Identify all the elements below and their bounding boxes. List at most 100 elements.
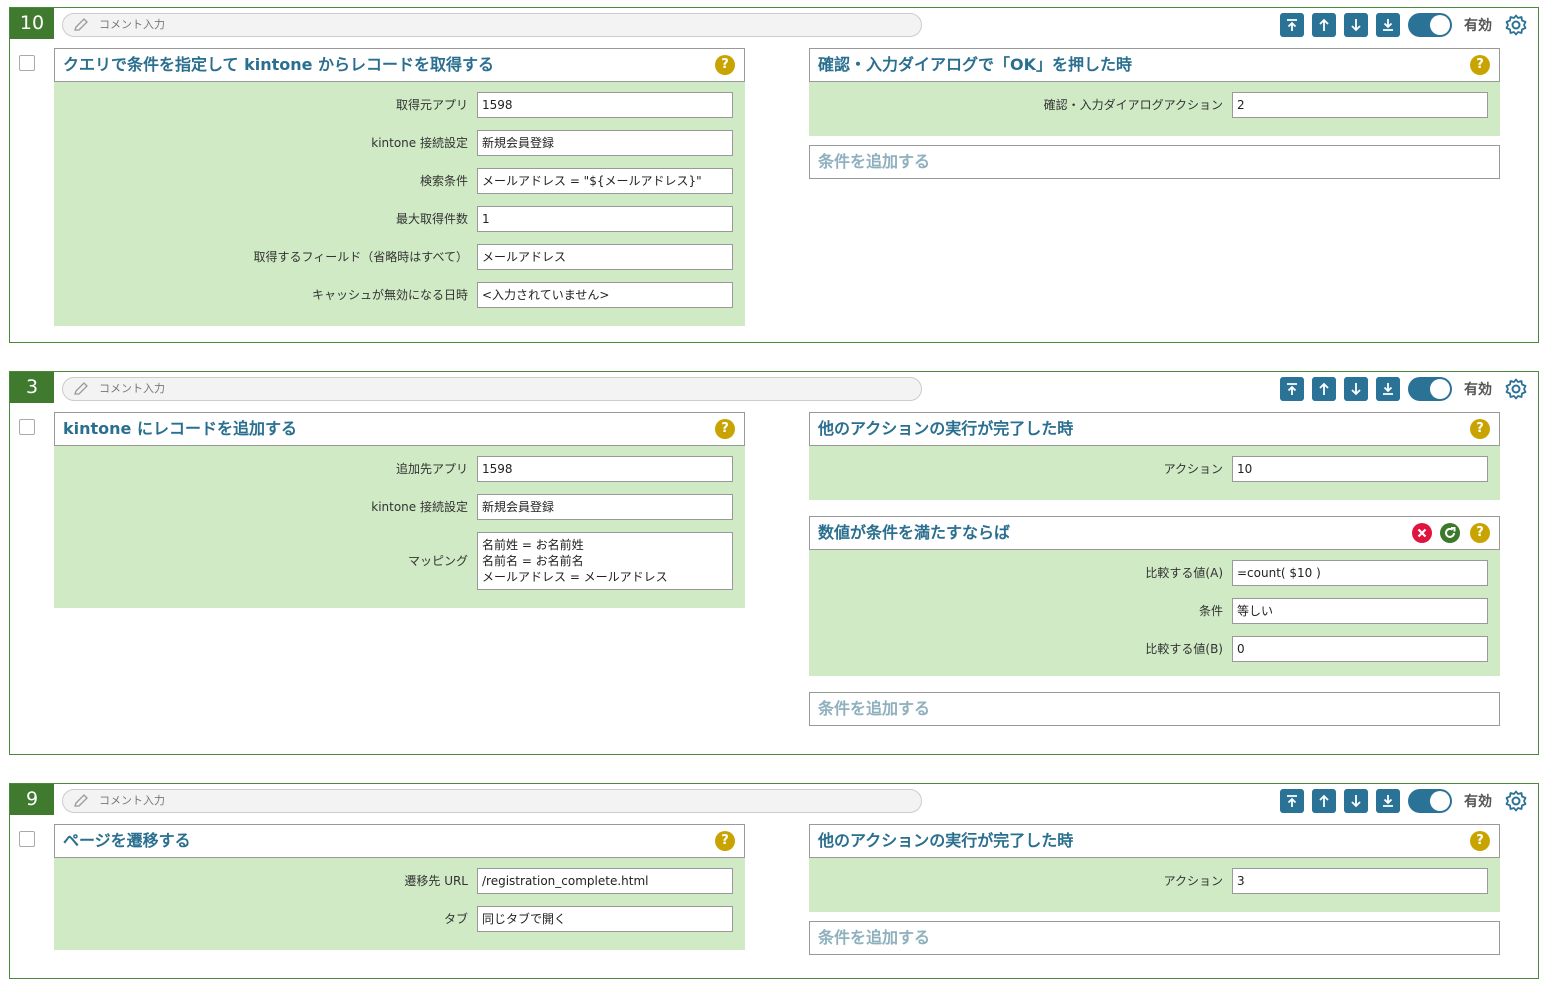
trigger-title: 他のアクションの実行が完了した時 [818,419,1074,438]
arrow-up-icon [1319,382,1329,395]
dialog-action-input[interactable]: 2 [1232,92,1488,118]
help-icon[interactable]: ? [1470,831,1490,851]
max-count-input[interactable]: 1 [477,206,733,232]
add-condition-label: 条件を追加する [818,152,931,171]
pencil-icon [74,18,88,31]
move-down-button[interactable] [1344,789,1368,813]
block-number: 3 [10,372,54,403]
field-label: 比較する値(B) [1145,642,1223,656]
valid-label: 有効 [1464,18,1492,34]
move-up-button[interactable] [1312,789,1336,813]
trigger-title-bar[interactable]: 確認・入力ダイアログで「OK」を押した時 ? [809,48,1500,82]
move-top-button[interactable] [1280,377,1304,401]
trigger-title-bar[interactable]: 他のアクションの実行が完了した時 ? [809,412,1500,446]
help-icon[interactable]: ? [1470,55,1490,75]
action-title: ページを遷移する [63,831,191,850]
move-bottom-icon [1383,795,1393,807]
field-label: タブ [443,912,468,926]
target-app-input[interactable]: 1598 [477,456,733,482]
help-icon[interactable]: ? [715,831,735,851]
move-top-button[interactable] [1280,789,1304,813]
field-label: 確認・入力ダイアログアクション [1043,98,1223,112]
move-top-icon [1287,19,1297,31]
refresh-condition-button[interactable] [1440,523,1460,543]
move-bottom-button[interactable] [1376,13,1400,37]
trigger-panel: 確認・入力ダイアログで「OK」を押した時 ? 確認・入力ダイアログアクション 2 … [809,48,1500,179]
gear-icon[interactable] [1504,789,1528,813]
trigger-settings: アクション 10 [809,446,1500,500]
comment-input[interactable]: コメント入力 [62,377,922,401]
field-label: キャッシュが無効になる日時 [311,288,468,302]
enable-toggle[interactable] [1408,13,1452,37]
trigger-panel: 他のアクションの実行が完了した時 ? アクション 3 条件を追加する [809,824,1500,955]
block-toolbar: 有効 [1272,788,1528,814]
action-block-3: 3 コメント入力 有効 kintone にレコードを追加する ? 追加先アプリ 1… [9,371,1539,755]
help-icon[interactable]: ? [715,55,735,75]
trigger-settings: 確認・入力ダイアログアクション 2 [809,82,1500,136]
field-label: 検索条件 [419,174,468,188]
valid-label: 有効 [1464,794,1492,810]
pencil-icon [74,794,88,807]
select-checkbox[interactable] [19,419,35,435]
move-top-icon [1287,383,1297,395]
cache-expiry-input[interactable]: <入力されていません> [477,282,733,308]
comment-input[interactable]: コメント入力 [62,13,922,37]
select-checkbox[interactable] [19,55,35,71]
field-label: 追加先アプリ [395,462,468,476]
move-up-button[interactable] [1312,377,1336,401]
delete-condition-button[interactable] [1412,523,1432,543]
trigger-action-input[interactable]: 3 [1232,868,1488,894]
query-input[interactable]: メールアドレス = "${メールアドレス}" [477,168,733,194]
select-checkbox[interactable] [19,831,35,847]
move-down-button[interactable] [1344,13,1368,37]
compare-a-input[interactable]: =count( $10 ) [1232,560,1488,586]
action-title: クエリで条件を指定して kintone からレコードを取得する [63,55,495,74]
field-label: 比較する値(A) [1145,566,1223,580]
trigger-action-input[interactable]: 10 [1232,456,1488,482]
mapping-textarea[interactable]: 名前姓 = お名前姓 名前名 = お名前名 メールアドレス = メールアドレス [477,532,733,590]
move-bottom-button[interactable] [1376,789,1400,813]
add-condition-button[interactable]: 条件を追加する [809,692,1500,726]
arrow-down-icon [1351,19,1361,32]
compare-b-input[interactable]: 0 [1232,636,1488,662]
action-block-10: 10 コメント入力 有効 クエリで条件を指定して kintone からレコードを… [9,7,1539,343]
action-title-bar[interactable]: kintone にレコードを追加する ? [54,412,745,446]
gear-icon[interactable] [1504,13,1528,37]
action-title: kintone にレコードを追加する [63,419,297,438]
move-up-button[interactable] [1312,13,1336,37]
enable-toggle[interactable] [1408,789,1452,813]
arrow-up-icon [1319,794,1329,807]
help-icon[interactable]: ? [715,419,735,439]
gear-icon[interactable] [1504,377,1528,401]
arrow-down-icon [1351,795,1361,808]
move-top-button[interactable] [1280,13,1304,37]
action-title-bar[interactable]: ページを遷移する ? [54,824,745,858]
block-number: 10 [10,8,54,39]
url-input[interactable]: /registration_complete.html [477,868,733,894]
connection-input[interactable]: 新規会員登録 [477,130,733,156]
add-condition-button[interactable]: 条件を追加する [809,145,1500,179]
connection-input[interactable]: 新規会員登録 [477,494,733,520]
comment-placeholder: コメント入力 [99,794,165,807]
action-title-bar[interactable]: クエリで条件を指定して kintone からレコードを取得する ? [54,48,745,82]
help-icon[interactable]: ? [1470,419,1490,439]
fields-input[interactable]: メールアドレス [477,244,733,270]
tab-select[interactable]: 同じタブで開く [477,906,733,932]
source-app-input[interactable]: 1598 [477,92,733,118]
move-bottom-icon [1383,383,1393,395]
action-panel: クエリで条件を指定して kintone からレコードを取得する ? 取得元アプリ… [54,48,745,326]
move-top-icon [1287,795,1297,807]
comment-input[interactable]: コメント入力 [62,789,922,813]
move-down-button[interactable] [1344,377,1368,401]
condition-title-bar[interactable]: 数値が条件を満たすならば ? [809,516,1500,550]
condition-select[interactable]: 等しい [1232,598,1488,624]
trigger-title: 他のアクションの実行が完了した時 [818,831,1074,850]
enable-toggle[interactable] [1408,377,1452,401]
move-bottom-button[interactable] [1376,377,1400,401]
add-condition-button[interactable]: 条件を追加する [809,921,1500,955]
help-icon[interactable]: ? [1470,523,1490,543]
trigger-title-bar[interactable]: 他のアクションの実行が完了した時 ? [809,824,1500,858]
action-settings: 追加先アプリ 1598 kintone 接続設定 新規会員登録 マッピング 名前姓 … [54,446,745,608]
arrow-up-icon [1319,18,1329,31]
field-label: マッピング [407,554,468,568]
